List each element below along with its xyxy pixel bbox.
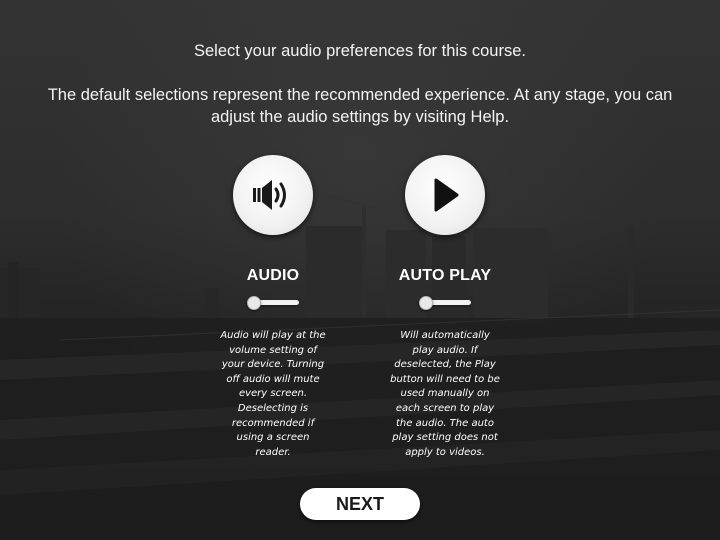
speaker-icon: [253, 180, 286, 210]
audio-title: AUDIO: [246, 267, 300, 284]
intro-text: Select your audio preferences for this c…: [40, 40, 680, 128]
audio-description: Audio will play at the volume setting of…: [220, 330, 326, 458]
audio-button[interactable]: [233, 155, 313, 235]
intro-heading: Select your audio preferences for this c…: [193, 42, 526, 60]
autoplay-toggle[interactable]: [419, 295, 471, 311]
autoplay-button[interactable]: [405, 155, 485, 235]
audio-toggle-knob[interactable]: [247, 296, 261, 310]
autoplay-description: Will automatically play audio. If desele…: [390, 330, 500, 458]
autoplay-toggle-knob[interactable]: [419, 296, 433, 310]
autoplay-title: AUTO PLAY: [398, 267, 492, 284]
next-button[interactable]: NEXT: [300, 488, 420, 520]
autoplay-option: AUTO PLAY Will automatically play audio.…: [370, 155, 520, 460]
audio-option: AUDIO Audio will play at the volume sett…: [198, 155, 348, 460]
intro-instructions: The default selections represent the rec…: [47, 86, 673, 126]
audio-toggle[interactable]: [247, 295, 299, 311]
play-icon: [434, 178, 459, 212]
